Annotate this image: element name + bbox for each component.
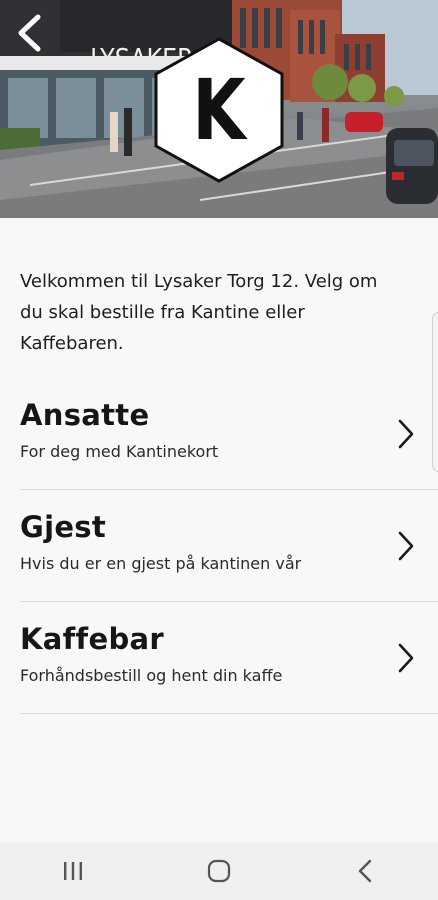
chevron-right-icon [398,419,414,449]
menu-item-title: Ansatte [20,398,150,432]
menu-item-gjest[interactable]: Gjest Hvis du er en gjest på kantinen vå… [20,490,438,602]
menu-item-subtitle: Forhåndsbestill og hent din kaffe [20,666,283,685]
menu-item-title: Gjest [20,510,107,544]
home-icon [207,859,231,883]
chevron-left-icon [18,14,41,52]
menu-list: Ansatte For deg med Kantinekort Gjest Hv… [20,378,438,714]
nav-back-button[interactable] [335,849,395,893]
chevron-right-icon [398,531,414,561]
menu-item-subtitle: For deg med Kantinekort [20,442,219,461]
kantine-logo: K [153,36,285,184]
nav-recents-button[interactable] [43,849,103,893]
app-screen: LYSAKER [0,0,438,900]
menu-item-subtitle: Hvis du er en gjest på kantinen vår [20,554,302,573]
nav-back-icon [358,859,372,883]
system-nav-bar [0,842,438,900]
menu-item-kaffebar[interactable]: Kaffebar Forhåndsbestill og hent din kaf… [20,602,438,714]
logo-letter: K [192,61,246,159]
menu-item-title: Kaffebar [20,622,164,656]
menu-item-ansatte[interactable]: Ansatte For deg med Kantinekort [20,378,438,490]
nav-home-button[interactable] [189,849,249,893]
back-button[interactable] [16,14,56,54]
hero-image: LYSAKER [0,0,438,218]
intro-text: Velkommen til Lysaker Torg 12. Velg om d… [20,271,378,354]
chevron-right-icon [398,643,414,673]
recents-icon [64,862,82,880]
